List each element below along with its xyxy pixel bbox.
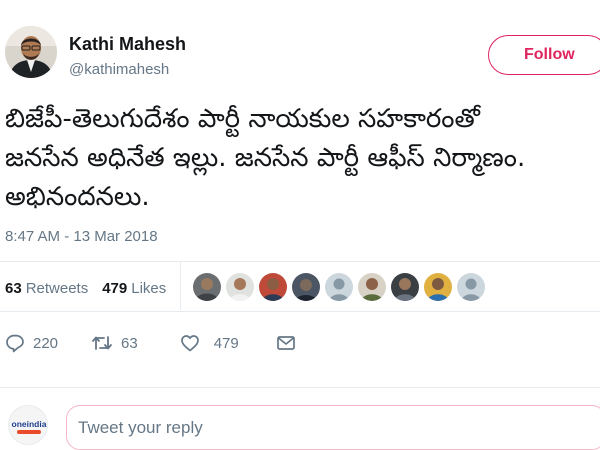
follow-button[interactable]: Follow bbox=[488, 35, 600, 75]
liker-avatars bbox=[193, 273, 490, 301]
author-handle[interactable]: @kathimahesh bbox=[69, 61, 169, 78]
tweet-timestamp[interactable]: 8:47 AM - 13 Mar 2018 bbox=[5, 228, 158, 245]
tweet-text-line: బిజేపీ-తెలుగుదేశం పార్టీ నాయకుల సహకారంతో bbox=[5, 104, 480, 134]
direct-message-action[interactable] bbox=[276, 334, 296, 352]
reply-count: 220 bbox=[33, 334, 59, 352]
like-action[interactable]: 479 bbox=[180, 333, 239, 353]
reply-icon bbox=[5, 333, 25, 353]
divider bbox=[0, 311, 600, 312]
tweet-text: బిజేపీ-తెలుగుదేశం పార్టీ నాయకుల సహకారంతో… bbox=[5, 100, 595, 217]
liker-avatar[interactable] bbox=[358, 273, 386, 301]
stats-separator bbox=[180, 262, 181, 310]
liker-avatar[interactable] bbox=[424, 273, 452, 301]
tweet-card: Kathi Mahesh @kathimahesh Follow బిజేపీ-… bbox=[0, 0, 600, 450]
author-avatar[interactable] bbox=[5, 26, 57, 78]
tweet-text-line: అభినందనలు. bbox=[5, 182, 150, 212]
oneindia-logo-text: oneindia bbox=[12, 419, 47, 429]
liker-avatar[interactable] bbox=[292, 273, 320, 301]
author-display-name[interactable]: Kathi Mahesh bbox=[69, 34, 186, 55]
retweet-icon bbox=[91, 333, 113, 353]
oneindia-logo: oneindia bbox=[8, 405, 48, 445]
heart-icon bbox=[180, 333, 200, 353]
divider bbox=[0, 387, 600, 388]
liker-avatar[interactable] bbox=[391, 273, 419, 301]
liker-avatar[interactable] bbox=[325, 273, 353, 301]
retweets-label[interactable]: Retweets bbox=[26, 280, 89, 297]
likes-count[interactable]: 479 bbox=[102, 280, 127, 297]
tweet-actions: 220 63 479 bbox=[5, 333, 296, 353]
reply-action[interactable]: 220 bbox=[5, 333, 58, 353]
retweets-count[interactable]: 63 bbox=[5, 280, 22, 297]
divider bbox=[0, 261, 600, 262]
liker-avatar[interactable] bbox=[193, 273, 221, 301]
tweet-stats: 63 Retweets 479 Likes bbox=[5, 280, 166, 297]
likes-label[interactable]: Likes bbox=[131, 280, 166, 297]
like-count: 479 bbox=[213, 334, 239, 352]
envelope-icon bbox=[276, 334, 296, 352]
retweet-action[interactable]: 63 bbox=[91, 333, 138, 353]
liker-avatar[interactable] bbox=[259, 273, 287, 301]
retweet-count: 63 bbox=[121, 334, 138, 352]
liker-avatar[interactable] bbox=[457, 273, 485, 301]
tweet-text-line: జనసేన అధినేత ఇల్లు. జనసేన పార్టీ ఆఫీస్ న… bbox=[5, 143, 526, 173]
liker-avatar[interactable] bbox=[226, 273, 254, 301]
reply-input[interactable]: Tweet your reply bbox=[66, 405, 600, 450]
